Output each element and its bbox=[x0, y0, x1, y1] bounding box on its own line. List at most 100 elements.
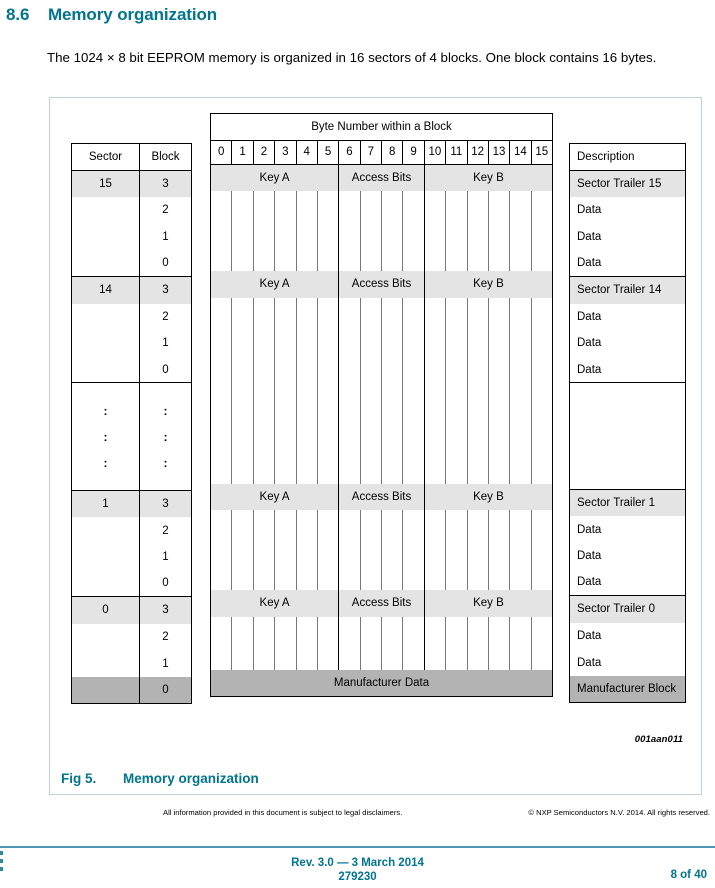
figure-label: Fig 5. bbox=[61, 771, 97, 786]
byte-cell bbox=[339, 324, 361, 351]
byte-cell bbox=[403, 536, 425, 564]
byte-cell bbox=[361, 244, 382, 271]
sector-cell bbox=[72, 223, 140, 251]
block-cell: 2 bbox=[162, 631, 169, 643]
byte-cell bbox=[339, 350, 361, 378]
byte-cell bbox=[510, 297, 532, 325]
block-cell: 0 bbox=[140, 676, 191, 704]
byte-cell bbox=[382, 536, 404, 564]
intro-paragraph: The 1024 × 8 bit EEPROM memory is organi… bbox=[47, 50, 657, 66]
edge-mark bbox=[0, 851, 3, 855]
byte-cell bbox=[489, 217, 511, 245]
description-gap-row bbox=[570, 383, 685, 490]
byte-cell bbox=[232, 377, 254, 484]
manufacturer-data-row: Manufacturer Data bbox=[211, 669, 552, 697]
description-row: Data bbox=[577, 523, 602, 536]
sector-trailer-row: Key A Access Bits Key B bbox=[211, 483, 552, 511]
byte-cell bbox=[468, 510, 489, 537]
byte-cell bbox=[489, 536, 511, 564]
byte-cell bbox=[275, 377, 297, 484]
trailer-segment: Key A bbox=[211, 164, 340, 192]
byte-cell bbox=[425, 324, 447, 351]
sector-block-row: 0 bbox=[72, 570, 191, 598]
sector-trailer-row: Key A Access Bits Key B bbox=[211, 270, 552, 298]
byte-cell bbox=[254, 377, 276, 484]
byte-cell bbox=[489, 191, 511, 218]
byte-cell bbox=[254, 510, 276, 537]
byte-cell bbox=[425, 244, 447, 271]
document-number: 279230 bbox=[338, 871, 377, 883]
byte-cell bbox=[297, 324, 318, 351]
byte-cell bbox=[489, 297, 511, 325]
byte-cell bbox=[297, 563, 318, 591]
trailer-segment: Key B bbox=[473, 491, 504, 504]
trailer-segment: Access Bits bbox=[339, 590, 425, 617]
page-number: 8 of 40 bbox=[670, 869, 707, 881]
byte-cell bbox=[446, 510, 468, 537]
byte-cell bbox=[382, 350, 404, 378]
byte-cell bbox=[339, 244, 361, 271]
byte-cell bbox=[510, 350, 532, 378]
byte-data-row bbox=[211, 217, 552, 245]
description-row: Data bbox=[577, 656, 602, 669]
byte-cell bbox=[339, 377, 361, 484]
byte-cell bbox=[297, 191, 318, 218]
byte-cell bbox=[361, 297, 382, 325]
byte-cell bbox=[532, 377, 552, 483]
byte-cell bbox=[211, 217, 233, 245]
trailer-segment: Key A bbox=[211, 483, 340, 511]
byte-cell bbox=[425, 616, 447, 644]
byte-cell bbox=[361, 350, 382, 378]
byte-cell bbox=[382, 510, 404, 537]
byte-cell bbox=[361, 616, 382, 644]
byte-cell bbox=[403, 377, 425, 484]
sector-block-row: 2 bbox=[72, 303, 191, 331]
byte-cell bbox=[275, 324, 297, 351]
byte-cell bbox=[254, 536, 276, 564]
byte-cell bbox=[425, 350, 447, 378]
byte-cell bbox=[382, 377, 404, 484]
byte-cell bbox=[361, 191, 382, 218]
description-row: Data bbox=[577, 310, 602, 323]
byte-cell bbox=[254, 616, 276, 644]
sector-cell bbox=[72, 356, 140, 383]
byte-cell bbox=[318, 377, 340, 484]
byte-cell bbox=[489, 616, 511, 644]
byte-cell bbox=[510, 217, 532, 245]
byte-cell bbox=[339, 536, 361, 564]
byte-cell bbox=[318, 350, 340, 378]
description-row: Sector Trailer 1 bbox=[570, 489, 685, 517]
section-title: Memory organization bbox=[48, 5, 218, 24]
byte-cell bbox=[382, 244, 404, 271]
sector-block-row: 1 bbox=[72, 223, 191, 251]
description-row: Sector Trailer 0 bbox=[570, 596, 685, 623]
sector-block-row: 2 bbox=[72, 197, 191, 224]
block-cell: 1 bbox=[162, 231, 169, 244]
byte-number-cell: 7 bbox=[361, 140, 382, 164]
byte-cell bbox=[211, 510, 233, 537]
byte-cell bbox=[318, 643, 340, 670]
trailer-segment: Key A bbox=[211, 270, 340, 298]
byte-cell bbox=[339, 297, 361, 325]
trailer-segment: Key B bbox=[473, 171, 504, 184]
description-row: Data bbox=[577, 204, 602, 217]
ellipsis-mark: : bbox=[163, 455, 168, 470]
byte-data-row bbox=[211, 563, 552, 591]
sector-block-row: 1 bbox=[72, 330, 191, 357]
byte-cell bbox=[532, 244, 552, 271]
byte-number-cell: 11 bbox=[446, 140, 468, 164]
byte-cell bbox=[232, 563, 254, 591]
sector-block-row: 15 3 bbox=[72, 170, 191, 198]
sector-block-row: 1 bbox=[72, 543, 191, 571]
byte-cell bbox=[361, 536, 382, 564]
sector-block-row: 13 bbox=[72, 490, 191, 518]
byte-number-cell: 9 bbox=[403, 140, 425, 164]
byte-cell bbox=[211, 191, 233, 218]
byte-cell bbox=[318, 536, 340, 564]
byte-cell bbox=[232, 324, 254, 351]
byte-number-cell: 8 bbox=[382, 140, 404, 164]
sector-trailer-row: Key A Access Bits Key B bbox=[211, 590, 552, 617]
byte-cell bbox=[532, 564, 552, 591]
byte-cell bbox=[339, 191, 361, 218]
byte-cell bbox=[318, 510, 340, 537]
